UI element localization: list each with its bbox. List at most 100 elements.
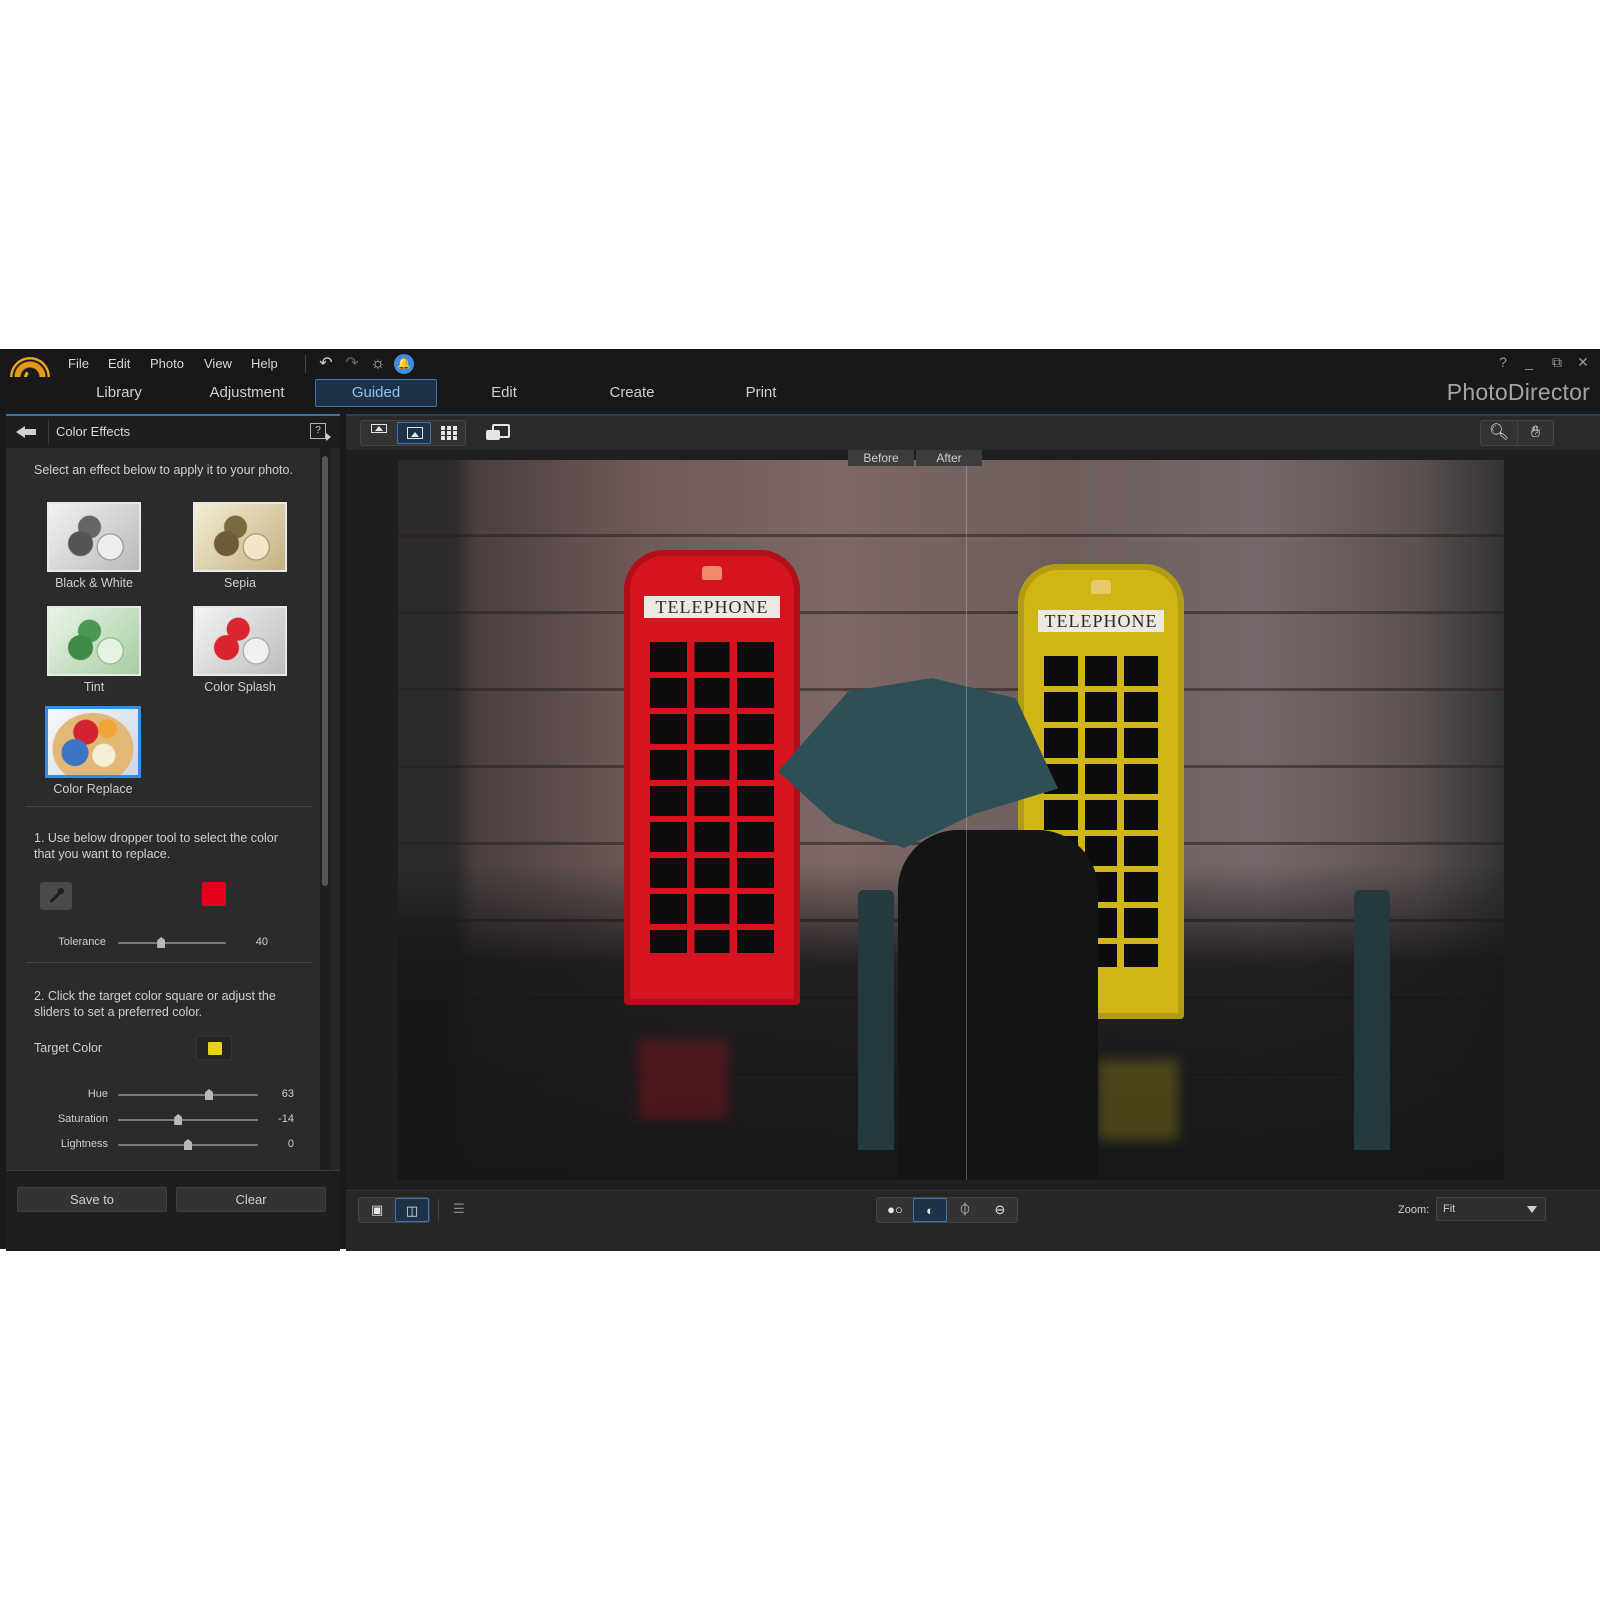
horizontal-split-button[interactable]: ⏀ <box>948 1198 982 1222</box>
step1-text: 1. Use below dropper tool to select the … <box>34 831 278 861</box>
lightness-value: 0 <box>287 1138 294 1150</box>
compare-swap-icon[interactable] <box>486 423 510 443</box>
split-compare-button[interactable]: ◐ <box>913 1198 947 1222</box>
tutorial-help-icon[interactable]: ? <box>310 423 331 441</box>
effect-thumbnail[interactable] <box>47 502 141 572</box>
photo-canvas[interactable]: TELEPHONE TELEPHONE Before After <box>346 450 1600 1190</box>
filmstrip-view-icon <box>371 424 387 433</box>
tab-adjustment[interactable]: Adjustment <box>186 379 308 407</box>
panel-header: Color Effects ? <box>6 416 340 448</box>
clear-button[interactable]: Clear <box>176 1187 326 1212</box>
target-color-swatch <box>208 1042 222 1055</box>
photo-preview[interactable]: TELEPHONE TELEPHONE <box>398 460 1504 1180</box>
effect-color-replace[interactable]: Color Replace <box>45 706 141 796</box>
dropper-tool-button[interactable] <box>40 882 72 910</box>
redo-icon[interactable]: ↷ <box>342 354 362 374</box>
split-display-button[interactable]: ◫ <box>395 1198 429 1222</box>
panel-footer: Save to Clear <box>6 1170 340 1251</box>
booth-sign: TELEPHONE <box>644 596 780 618</box>
tab-guided[interactable]: Guided <box>315 379 437 407</box>
effect-thumbnail[interactable] <box>193 502 287 572</box>
close-button[interactable]: ✕ <box>1574 353 1592 371</box>
slider-thumb[interactable] <box>157 937 166 948</box>
slider-thumb[interactable] <box>205 1089 213 1100</box>
saturation-label: Saturation <box>57 1113 108 1125</box>
grid-view-icon <box>441 426 457 440</box>
zoom-dropdown[interactable]: Fit <box>1436 1197 1546 1221</box>
after-label: After <box>916 450 982 466</box>
viewer-toolbar: 🔍︎ ✋︎ <box>346 416 1600 450</box>
effect-thumbnail[interactable] <box>193 606 287 676</box>
saturation-slider[interactable] <box>118 1114 258 1125</box>
before-after-split-line[interactable] <box>966 460 967 1180</box>
filmstrip-view-button[interactable] <box>362 422 396 444</box>
effect-black-white[interactable]: Black & White <box>46 502 142 590</box>
saturation-value: -14 <box>278 1113 294 1125</box>
person-silhouette <box>898 830 1098 1180</box>
zoom-label: Zoom: <box>1398 1204 1430 1216</box>
target-color-button[interactable] <box>196 1036 232 1060</box>
lightness-slider[interactable] <box>118 1139 258 1150</box>
restore-button[interactable]: ⧉ <box>1548 353 1566 371</box>
slider-thumb[interactable] <box>174 1114 183 1125</box>
minimize-button[interactable]: _ <box>1520 353 1538 371</box>
help-icon[interactable]: ? <box>1494 353 1512 371</box>
photo-viewer: 🔍︎ ✋︎ TELEPHONE TELEPHONE Before After ▣… <box>346 414 1600 1251</box>
tab-print[interactable]: Print <box>700 379 822 407</box>
menu-view[interactable]: View <box>204 356 232 371</box>
section-divider <box>26 806 312 807</box>
tolerance-value: 40 <box>255 936 268 948</box>
effect-label: Tint <box>83 680 105 694</box>
effect-thumbnail[interactable] <box>47 606 141 676</box>
tab-library[interactable]: Library <box>58 379 180 407</box>
effect-tint[interactable]: Tint <box>46 606 142 694</box>
notification-bell-icon[interactable]: 🔔 <box>394 354 414 374</box>
history-icon[interactable]: ☰ <box>442 1197 476 1221</box>
tab-create[interactable]: Create <box>571 379 693 407</box>
undo-icon[interactable]: ↶ <box>316 354 336 374</box>
effect-label: Sepia <box>224 576 256 590</box>
zoom-tool-icon[interactable]: 🔍︎ <box>1481 421 1517 445</box>
hue-slider[interactable] <box>118 1089 258 1100</box>
mode-tabs: Library Adjustment Guided Edit Create Pr… <box>0 377 1600 411</box>
single-display-button[interactable]: ▣ <box>360 1198 394 1222</box>
save-to-button[interactable]: Save to <box>17 1187 167 1212</box>
slider-thumb[interactable] <box>184 1139 192 1150</box>
effect-label: Color Replace <box>53 782 133 796</box>
bottom-separator <box>438 1199 439 1221</box>
menu-separator <box>305 355 306 373</box>
display-mode-group: ▣ ◫ <box>358 1197 430 1223</box>
settings-icon[interactable]: ☼ <box>368 354 388 374</box>
effect-color-splash[interactable]: Color Splash <box>192 606 288 694</box>
lightness-label: Lightness <box>60 1138 108 1150</box>
menu-help[interactable]: Help <box>251 356 278 371</box>
menu-file[interactable]: File <box>68 356 89 371</box>
booth-sign: TELEPHONE <box>1038 610 1164 632</box>
section-divider <box>26 962 312 963</box>
menu-photo[interactable]: Photo <box>150 356 184 371</box>
header-divider <box>48 420 49 444</box>
effect-label: Color Splash <box>204 680 276 694</box>
intro-text: Select an effect below to apply it to yo… <box>34 463 293 477</box>
tolerance-label: Tolerance <box>58 936 106 948</box>
panel-scrollbar-thumb[interactable] <box>322 456 328 886</box>
menu-edit[interactable]: Edit <box>108 356 130 371</box>
hand-tool-icon[interactable]: ✋︎ <box>1517 421 1553 445</box>
grid-view-button[interactable] <box>431 422 465 444</box>
vertical-split-button[interactable]: ⊖ <box>983 1198 1017 1222</box>
back-arrow-icon[interactable] <box>14 422 40 442</box>
single-view-button[interactable] <box>397 422 431 444</box>
single-view-icon <box>407 427 423 439</box>
crown-emblem <box>1091 580 1111 594</box>
tab-edit[interactable]: Edit <box>443 379 565 407</box>
effect-sepia[interactable]: Sepia <box>192 502 288 590</box>
photodirector-window: File Edit Photo View Help ↶ ↷ ☼ 🔔 ? _ ⧉ … <box>0 349 1600 1251</box>
yellow-reflection <box>1098 1060 1178 1140</box>
effect-thumbnail[interactable] <box>45 706 141 778</box>
source-color-swatch <box>202 882 226 906</box>
tolerance-slider[interactable] <box>118 937 226 948</box>
viewer-bottom-bar: ▣ ◫ ☰ ●○ ◐ ⏀ ⊖ Zoom: Fit <box>346 1190 1600 1251</box>
panel-body: Select an effect below to apply it to yo… <box>6 448 328 1170</box>
crown-emblem <box>702 566 722 580</box>
side-by-side-compare-button[interactable]: ●○ <box>878 1198 912 1222</box>
